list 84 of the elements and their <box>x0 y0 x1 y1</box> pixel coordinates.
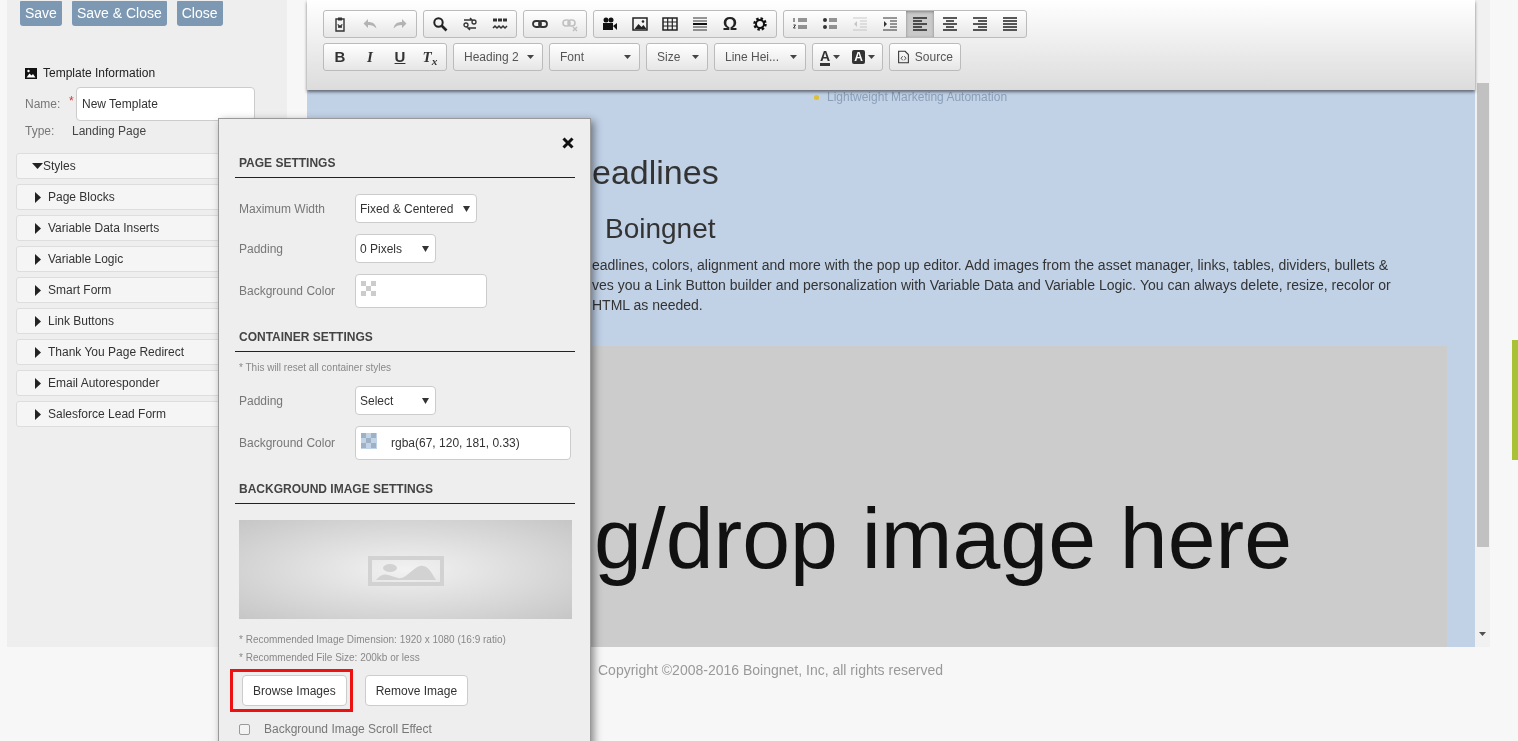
close-button[interactable] <box>562 137 574 149</box>
align-left-icon <box>912 16 928 32</box>
caret-icon <box>463 205 471 212</box>
paragraph-line: ves you a Link Button builder and personalization with Variable Data and Variable Logic. You can always delete, resize, recolor or <box>592 276 1392 295</box>
color-value: rgba(67, 120, 181, 0.33) <box>391 435 520 452</box>
caret-right-icon <box>35 284 41 296</box>
caret-icon <box>867 55 875 59</box>
clipboard-icon <box>332 16 348 32</box>
outdent-icon <box>852 16 868 32</box>
required-mark: * <box>69 93 72 110</box>
caret-right-icon <box>35 191 41 203</box>
footer-text: Copyright ©2008-2016 Boingnet, Inc, all rights reserved <box>598 661 943 680</box>
select-field[interactable]: 0 Pixels <box>355 234 436 263</box>
document-icon <box>896 50 910 64</box>
caret-icon <box>624 55 631 59</box>
table-icon <box>662 16 678 32</box>
background-color-button[interactable]: A <box>847 44 880 70</box>
unlink-icon <box>562 16 578 32</box>
paragraph-line: HTML as needed. <box>592 296 704 315</box>
caret-icon <box>790 55 797 59</box>
special-char-button[interactable]: Ω <box>716 11 744 37</box>
caret-right-icon <box>35 315 41 327</box>
italic-button[interactable]: I <box>356 44 384 70</box>
checkbox-label: Background Image Scroll Effect <box>264 721 432 738</box>
format-dropdown[interactable]: Line Hei... <box>714 43 806 71</box>
justify-icon <box>1002 16 1018 32</box>
caret-icon <box>527 55 534 59</box>
caret-right-icon <box>35 222 41 234</box>
page-subheading: Boingnet <box>605 212 717 246</box>
caret-icon <box>422 245 429 252</box>
image-icon <box>25 67 37 79</box>
video-camera-icon <box>602 16 618 32</box>
color-swatch <box>361 433 377 449</box>
format-dropdown[interactable]: Heading 2 <box>453 43 543 71</box>
paragraph-line: eadlines, colors, alignment and more with the pop up editor. Add images from the asset manager, links, tables, dividers, bullets & <box>592 256 1390 275</box>
checkbox[interactable] <box>239 723 250 735</box>
page-heading: eadlines <box>592 152 720 192</box>
bullet <box>814 94 819 100</box>
numbered-list-icon <box>792 16 808 32</box>
format-dropdown[interactable]: Size <box>646 43 708 71</box>
lines-icon <box>692 16 708 32</box>
field-value: Landing Page <box>72 123 147 140</box>
caret-right-icon <box>35 377 41 389</box>
caret-right-icon <box>35 253 41 265</box>
close-icon <box>562 137 574 149</box>
search-icon <box>432 16 448 32</box>
clear-format-button[interactable]: T$_{x}$ <box>416 44 444 70</box>
align-right-icon <box>972 16 988 32</box>
bullet-list-icon <box>822 16 838 32</box>
section-title: Template Information <box>43 65 156 82</box>
select-field[interactable]: Select <box>355 386 436 415</box>
arrow-down-icon <box>1479 632 1486 636</box>
image-icon <box>632 16 648 32</box>
spell-check-icon <box>492 16 508 32</box>
settings-icon <box>752 16 768 32</box>
bold-button[interactable]: B <box>326 44 354 70</box>
scrollbar-thumb[interactable] <box>1476 83 1489 547</box>
field-label: Type: <box>25 123 56 140</box>
select-field[interactable]: Fixed & Centered <box>355 194 478 223</box>
scrollbar[interactable] <box>1475 0 1490 647</box>
dialog-button[interactable]: Remove Image <box>364 675 469 706</box>
caret-down-icon <box>32 163 43 169</box>
align-center-icon <box>942 16 958 32</box>
color-field[interactable]: rgba(67, 120, 181, 0.33) <box>355 426 571 460</box>
caret-right-icon <box>35 346 41 358</box>
color-field[interactable] <box>355 274 487 308</box>
field-label: Name: <box>25 96 62 113</box>
note-text: * Recommended File Size: 200kb or less <box>239 651 421 665</box>
image-icon <box>367 555 444 586</box>
caret-icon <box>422 397 429 404</box>
align-left-button[interactable] <box>906 11 934 37</box>
dialog-button[interactable]: Browse Images <box>242 675 347 706</box>
name-field[interactable]: New Template <box>76 87 255 121</box>
drop-zone-text: g/drop image here <box>594 489 1292 588</box>
caret-right-icon <box>35 408 41 420</box>
underline-button[interactable]: U <box>386 44 414 70</box>
color-swatch <box>361 281 377 297</box>
indent-icon <box>882 16 898 32</box>
source-button[interactable]: Source <box>888 43 961 71</box>
swap-icon <box>462 16 478 32</box>
text-color-button[interactable]: A <box>815 44 846 70</box>
caret-icon <box>692 55 699 59</box>
format-dropdown[interactable]: Font <box>549 43 640 71</box>
caret-icon <box>833 55 841 59</box>
